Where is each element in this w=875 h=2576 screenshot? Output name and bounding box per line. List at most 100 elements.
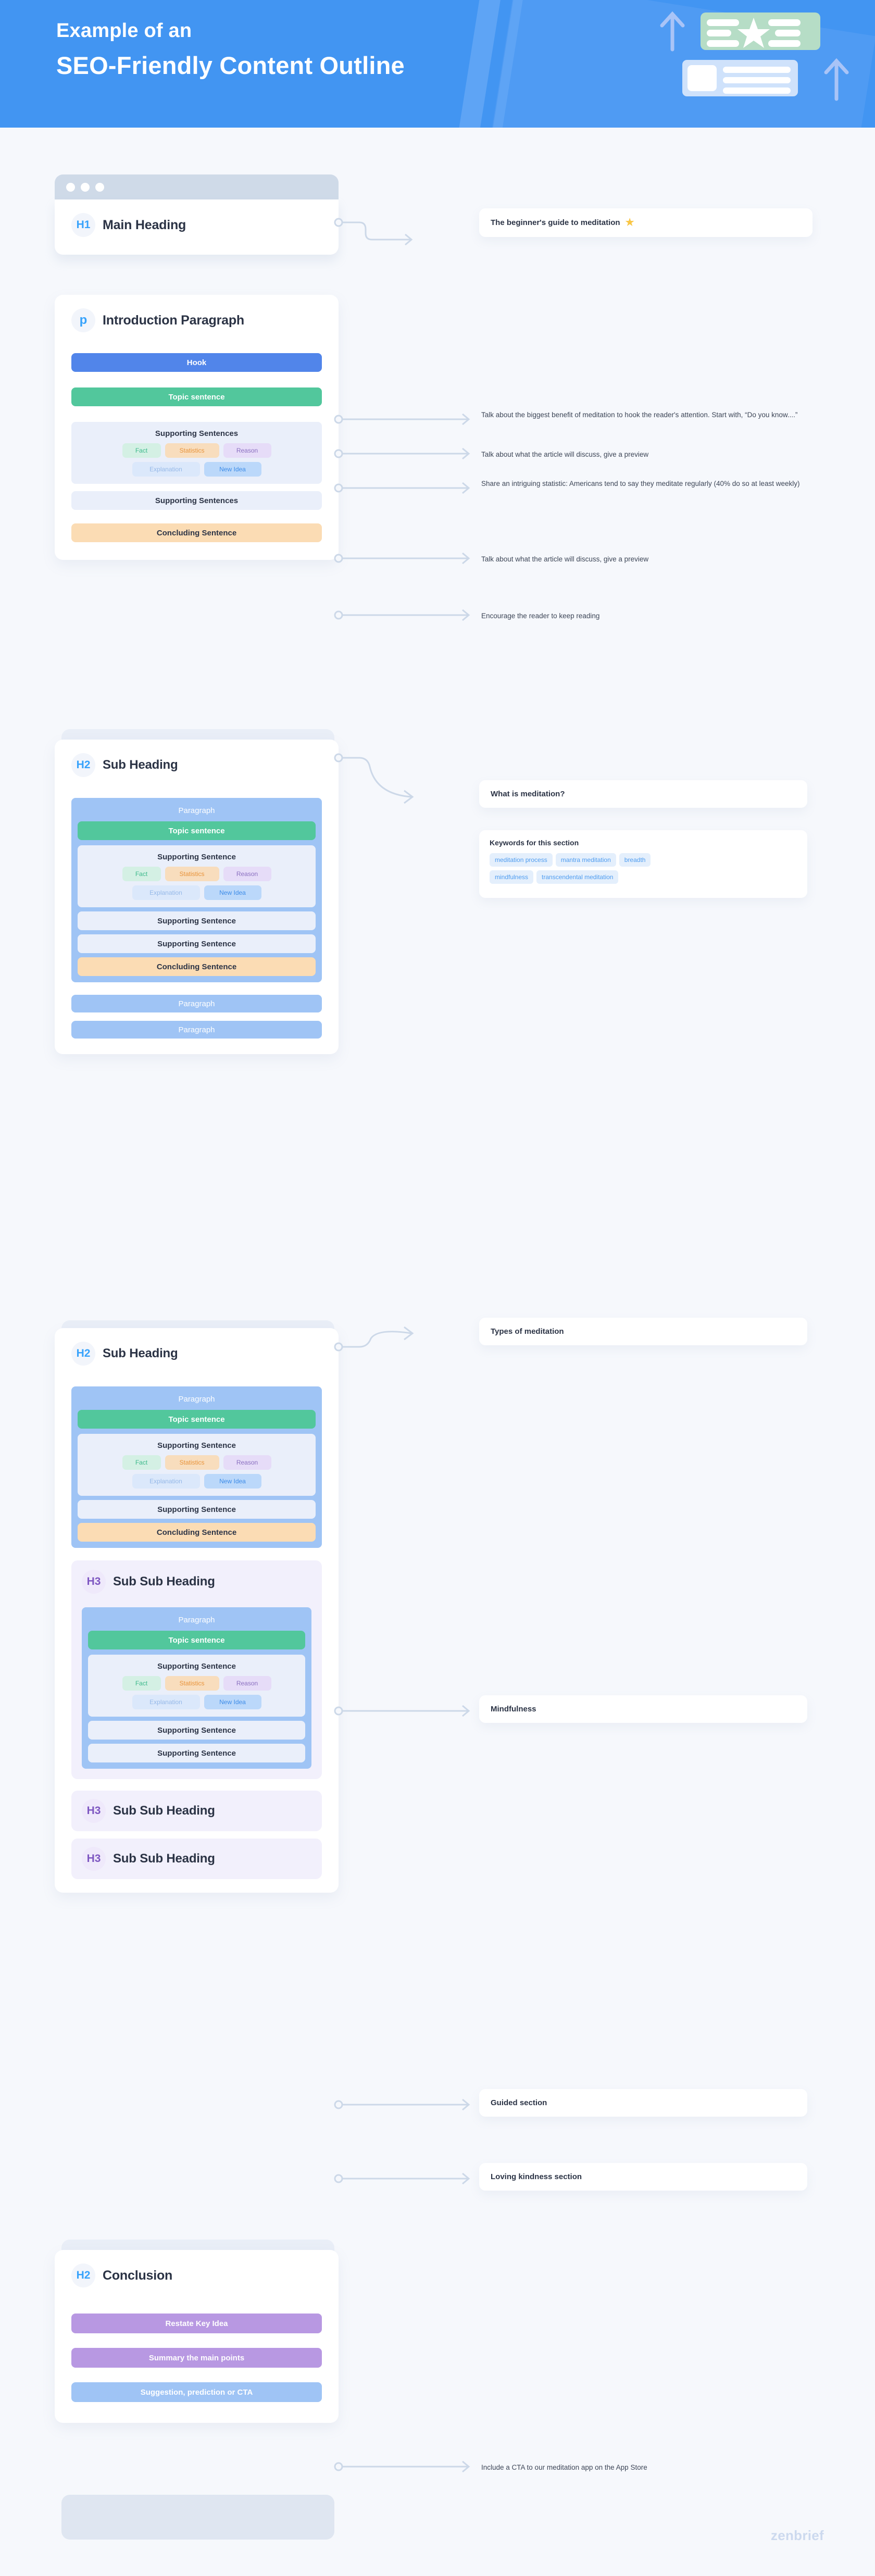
window-dot-minimize[interactable] bbox=[81, 182, 90, 192]
conclusion-title: Conclusion bbox=[103, 2268, 173, 2283]
tag-new-idea[interactable]: New Idea bbox=[204, 885, 261, 900]
h3-first-badge: H3 bbox=[82, 1570, 106, 1594]
supporting-sentence-block-2[interactable]: Supporting Sentence bbox=[78, 1500, 316, 1519]
topic-sentence-block[interactable]: Topic sentence bbox=[78, 821, 316, 840]
window-dot-close[interactable] bbox=[66, 182, 75, 192]
tag-fact[interactable]: Fact bbox=[122, 1676, 161, 1691]
h2-second-card: H2 Sub Heading Paragraph Topic sentence … bbox=[55, 1328, 339, 1893]
tag-explanation[interactable]: Explanation bbox=[132, 885, 200, 900]
h2-first-callout-text: What is meditation? bbox=[491, 790, 565, 798]
header-illustration bbox=[660, 11, 849, 101]
brand-logo: zenbrief bbox=[770, 2528, 824, 2543]
h3-first-title: Sub Sub Heading bbox=[113, 1574, 215, 1589]
tag-statistics[interactable]: Statistics bbox=[165, 867, 219, 881]
h3-third-callout[interactable]: Loving kindness section bbox=[479, 2163, 807, 2191]
tag-row-1: Fact Statistics Reason bbox=[81, 443, 312, 458]
h3-first-callout-text: Mindfulness bbox=[491, 1705, 536, 1714]
browser-chrome-bar bbox=[55, 174, 339, 199]
h3-second-badge: H3 bbox=[82, 1799, 106, 1823]
keywords-card: Keywords for this section meditation pro… bbox=[479, 830, 807, 898]
intro-topic-sentence-block[interactable]: Topic sentence bbox=[71, 387, 322, 406]
tag-row-2: Explanation New Idea bbox=[87, 1474, 306, 1489]
supporting-sentence-block-2[interactable]: Supporting Sentence bbox=[78, 911, 316, 930]
intro-supporting-sentences-block-2[interactable]: Supporting Sentences bbox=[71, 491, 322, 510]
tag-reason[interactable]: Reason bbox=[223, 1455, 271, 1470]
tag-statistics[interactable]: Statistics bbox=[165, 1455, 219, 1470]
h2-first-callout[interactable]: What is meditation? bbox=[479, 780, 807, 808]
intro-support1-note: Share an intriguing statistic: Americans… bbox=[481, 480, 800, 487]
tag-explanation[interactable]: Explanation bbox=[132, 1474, 200, 1489]
keyword-chip[interactable]: breadth bbox=[619, 853, 651, 867]
tag-explanation[interactable]: Explanation bbox=[132, 462, 200, 477]
h2-first-title: Sub Heading bbox=[103, 758, 178, 772]
restate-key-idea-block[interactable]: Restate Key Idea bbox=[71, 2314, 322, 2333]
h2-second-paragraph-box: Paragraph Topic sentence Supporting Sent… bbox=[71, 1386, 322, 1548]
keywords-title: Keywords for this section bbox=[490, 839, 579, 847]
tag-reason[interactable]: Reason bbox=[223, 867, 271, 881]
h1-heading-row: H1 Main Heading bbox=[71, 213, 322, 237]
h3-third-title: Sub Sub Heading bbox=[113, 1852, 215, 1866]
h3-first-card: H3 Sub Sub Heading Paragraph Topic sente… bbox=[71, 1560, 322, 1779]
tag-fact[interactable]: Fact bbox=[122, 443, 161, 458]
tag-new-idea[interactable]: New Idea bbox=[204, 1695, 261, 1709]
h1-callout-text: The beginner's guide to meditation bbox=[491, 218, 620, 227]
keyword-chip[interactable]: mantra meditation bbox=[555, 853, 616, 867]
h2-first-paragraph-block-3[interactable]: Paragraph bbox=[71, 1021, 322, 1039]
tag-row-1: Fact Statistics Reason bbox=[97, 1676, 296, 1691]
paragraph-label: Paragraph bbox=[178, 1395, 215, 1404]
h3-third-heading-row: H3 Sub Sub Heading bbox=[82, 1847, 311, 1871]
h3-third-badge: H3 bbox=[82, 1847, 106, 1871]
tag-fact[interactable]: Fact bbox=[122, 1455, 161, 1470]
summary-main-points-block[interactable]: Summary the main points bbox=[71, 2348, 322, 2368]
h3-second-callout[interactable]: Guided section bbox=[479, 2089, 807, 2117]
tag-reason[interactable]: Reason bbox=[223, 1676, 271, 1691]
tag-new-idea[interactable]: New Idea bbox=[204, 462, 261, 477]
window-dot-maximize[interactable] bbox=[95, 182, 104, 192]
h3-third-callout-text: Loving kindness section bbox=[491, 2172, 582, 2181]
keyword-chip[interactable]: mindfulness bbox=[490, 870, 534, 884]
arrow-up-icon-right bbox=[824, 58, 849, 101]
paragraph-label: Paragraph bbox=[178, 1616, 215, 1624]
concluding-sentence-block[interactable]: Concluding Sentence bbox=[78, 1523, 316, 1542]
intro-supporting-sentences-group: Supporting Sentences Fact Statistics Rea… bbox=[71, 422, 322, 484]
h2-first-badge: H2 bbox=[71, 753, 95, 777]
tag-row-1: Fact Statistics Reason bbox=[87, 1455, 306, 1470]
keyword-chip[interactable]: transcendental meditation bbox=[536, 870, 619, 884]
intro-concluding-sentence-block[interactable]: Concluding Sentence bbox=[71, 523, 322, 542]
keyword-chip[interactable]: meditation process bbox=[490, 853, 553, 867]
topic-sentence-block[interactable]: Topic sentence bbox=[88, 1631, 305, 1649]
supporting-sentence-block-3[interactable]: Supporting Sentence bbox=[88, 1744, 305, 1762]
h2-second-callout[interactable]: Types of meditation bbox=[479, 1318, 807, 1345]
tag-reason[interactable]: Reason bbox=[223, 443, 271, 458]
intro-hook-block[interactable]: Hook bbox=[71, 353, 322, 372]
h2-first-paragraph-block-2[interactable]: Paragraph bbox=[71, 995, 322, 1012]
header-banner: Example of an SEO-Friendly Content Outli… bbox=[0, 0, 875, 128]
h1-card: H1 Main Heading bbox=[55, 174, 339, 255]
tag-statistics[interactable]: Statistics bbox=[165, 443, 219, 458]
tag-explanation[interactable]: Explanation bbox=[132, 1695, 200, 1709]
supporting-sentence-group: Supporting Sentence Fact Statistics Reas… bbox=[78, 1434, 316, 1496]
topic-sentence-block[interactable]: Topic sentence bbox=[78, 1410, 316, 1429]
intro-conclude-note: Encourage the reader to keep reading bbox=[481, 612, 600, 620]
tag-new-idea[interactable]: New Idea bbox=[204, 1474, 261, 1489]
tag-row-2: Explanation New Idea bbox=[81, 462, 312, 477]
supporting-sentence-block-3[interactable]: Supporting Sentence bbox=[78, 934, 316, 953]
h3-second-callout-text: Guided section bbox=[491, 2098, 547, 2107]
supporting-sentence-group: Supporting Sentence Fact Statistics Reas… bbox=[88, 1655, 305, 1717]
intro-title: Introduction Paragraph bbox=[103, 312, 245, 328]
tag-row-1: Fact Statistics Reason bbox=[87, 867, 306, 881]
conclusion-badge: H2 bbox=[71, 2264, 95, 2287]
cta-block[interactable]: Suggestion, prediction or CTA bbox=[71, 2382, 322, 2402]
tag-statistics[interactable]: Statistics bbox=[165, 1676, 219, 1691]
intro-hook-note: Talk about the biggest benefit of medita… bbox=[481, 411, 798, 419]
h3-first-callout[interactable]: Mindfulness bbox=[479, 1695, 807, 1723]
h3-third-card: H3 Sub Sub Heading bbox=[71, 1839, 322, 1879]
h2-second-heading-row: H2 Sub Heading bbox=[71, 1342, 322, 1366]
tag-fact[interactable]: Fact bbox=[122, 867, 161, 881]
h3-first-heading-row: H3 Sub Sub Heading bbox=[82, 1570, 311, 1594]
supporting-sentence-block-2[interactable]: Supporting Sentence bbox=[88, 1721, 305, 1740]
conclusion-card: H2 Conclusion Restate Key Idea Summary t… bbox=[55, 2250, 339, 2423]
h1-callout[interactable]: The beginner's guide to meditation ★ bbox=[479, 208, 813, 237]
concluding-sentence-block[interactable]: Concluding Sentence bbox=[78, 957, 316, 976]
h2-first-paragraph-box: Paragraph Topic sentence Supporting Sent… bbox=[71, 798, 322, 982]
